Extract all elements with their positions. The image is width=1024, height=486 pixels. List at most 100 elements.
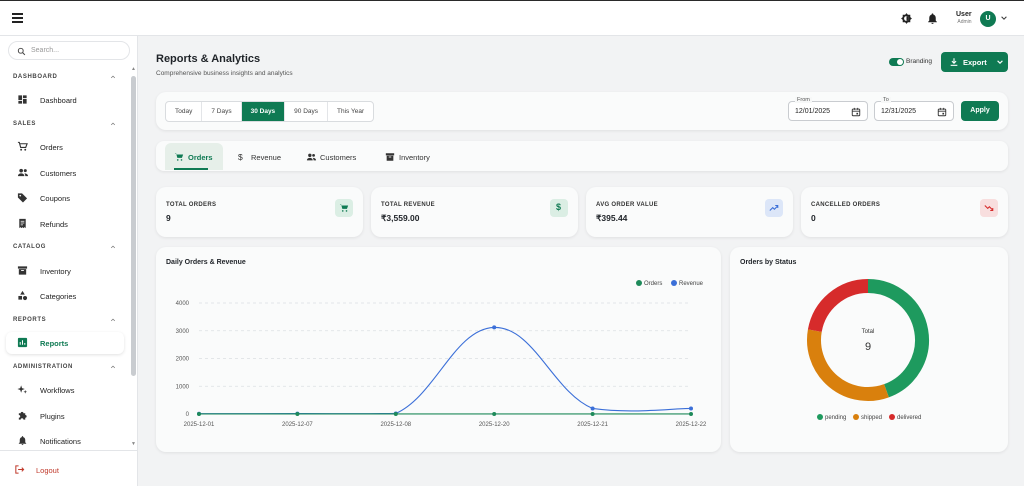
revenue-data-point <box>492 325 497 330</box>
sidebar-item-workflows[interactable]: Workflows <box>6 379 124 401</box>
donut-slice-pending <box>867 279 929 398</box>
section-administration: ADMINISTRATION <box>13 364 73 370</box>
chevron-up-icon[interactable] <box>110 364 116 370</box>
user-info[interactable]: User Admin <box>956 11 972 25</box>
dollar-icon: $ <box>238 152 243 162</box>
stat-card-avg-order-value: AVG ORDER VALUE ₹395.44 <box>586 187 793 237</box>
y-tick-label: 4000 <box>176 301 190 307</box>
to-label: To <box>881 97 891 103</box>
legend-label: Revenue <box>679 281 704 287</box>
calendar-icon[interactable] <box>937 107 947 117</box>
chevron-up-icon[interactable] <box>110 317 116 323</box>
tab-revenue[interactable]: $ Revenue <box>228 143 290 170</box>
chevron-down-icon <box>997 60 1003 64</box>
tab-label: Customers <box>320 153 357 162</box>
legend-marker-pending <box>817 414 823 420</box>
sidebar-item-label: Refunds <box>40 220 68 229</box>
logout-icon <box>15 465 25 474</box>
y-tick-label: 3000 <box>176 329 190 335</box>
stat-value: ₹3,559.00 <box>381 213 420 223</box>
sidebar-item-reports[interactable]: Reports <box>6 332 124 354</box>
notifications-bell-icon[interactable] <box>926 12 939 25</box>
inventory-box-icon <box>17 266 28 275</box>
sidebar-item-categories[interactable]: Categories <box>6 285 124 307</box>
line-chart: 4000 3000 2000 1000 0 2025-12-01 2025-12-07 202… <box>176 280 707 428</box>
y-tick-label: 0 <box>186 412 190 418</box>
sidebar-item-label: Orders <box>40 143 63 152</box>
y-tick-label: 2000 <box>176 357 190 363</box>
to-date-field[interactable]: To 12/31/2025 <box>874 97 954 121</box>
sidebar-item-refunds[interactable]: Refunds <box>6 213 124 235</box>
to-value: 12/31/2025 <box>881 108 917 115</box>
donut-center-label: Total <box>862 329 875 335</box>
range-this-year[interactable]: This Year <box>328 102 373 121</box>
y-tick-label: 1000 <box>176 384 190 390</box>
stat-title: TOTAL ORDERS <box>166 202 217 208</box>
revenue-data-point <box>689 406 693 411</box>
cart-icon <box>174 153 184 161</box>
scroll-down-arrow[interactable]: ▼ <box>131 441 136 447</box>
avatar[interactable]: U <box>980 11 996 27</box>
section-dashboard: DASHBOARD <box>13 74 58 80</box>
tab-orders[interactable]: Orders <box>165 143 223 170</box>
range-30-days[interactable]: 30 Days <box>241 102 286 121</box>
stat-icon-box: $ <box>550 199 568 217</box>
from-date-field[interactable]: From 12/01/2025 <box>788 97 868 121</box>
tab-customers[interactable]: Customers <box>297 143 371 170</box>
sidebar-item-orders[interactable]: Orders <box>6 136 124 158</box>
sidebar-item-coupons[interactable]: Coupons <box>6 187 124 209</box>
people-icon <box>306 153 317 161</box>
chevron-up-icon[interactable] <box>110 121 116 127</box>
orders-data-point <box>492 411 497 416</box>
sidebar-item-label: Plugins <box>40 412 65 421</box>
menu-icon[interactable] <box>12 13 23 24</box>
sidebar-item-label: Customers <box>40 169 77 178</box>
sidebar: Search... DASHBOARD Dashboard SALES Orde… <box>0 36 138 486</box>
page-subtitle: Comprehensive business insights and anal… <box>156 70 293 77</box>
calendar-icon[interactable] <box>851 107 861 117</box>
puzzle-icon <box>18 411 27 420</box>
sidebar-item-label: Categories <box>40 292 77 301</box>
date-range-group: Today 7 Days 30 Days 90 Days This Year <box>165 101 375 122</box>
sidebar-scrollbar[interactable] <box>131 76 136 376</box>
revenue-series-line <box>198 326 692 415</box>
stat-card-cancelled-orders: CANCELLED ORDERS 0 <box>801 187 1008 237</box>
branding-toggle[interactable] <box>889 58 904 66</box>
sidebar-item-customers[interactable]: Customers <box>6 162 124 184</box>
tab-inventory[interactable]: Inventory <box>376 143 446 170</box>
legend-label: pending <box>825 415 846 421</box>
sidebar-item-inventory[interactable]: Inventory <box>6 260 124 282</box>
legend-marker-delivered <box>889 414 895 420</box>
stat-icon-box <box>980 199 998 217</box>
x-tick-label: 2025-12-22 <box>676 422 707 428</box>
range-7-days[interactable]: 7 Days <box>202 102 242 121</box>
trending-down-icon <box>984 205 994 212</box>
chevron-down-icon[interactable] <box>1000 14 1008 22</box>
sidebar-item-notifications[interactable]: Notifications <box>6 430 124 452</box>
export-label: Export <box>963 58 987 67</box>
inventory-box-icon <box>385 153 395 161</box>
sidebar-item-dashboard[interactable]: Dashboard <box>6 89 124 111</box>
sidebar-item-label: Notifications <box>40 437 81 446</box>
theme-toggle-icon[interactable] <box>900 12 913 25</box>
tab-label: Orders <box>188 153 213 162</box>
range-today[interactable]: Today <box>166 102 203 121</box>
orders-data-point <box>590 411 595 416</box>
search-input[interactable]: Search... <box>8 41 130 60</box>
orders-by-status-card: Orders by Status Total 9 pending shipped del… <box>730 247 1008 452</box>
orders-data-point <box>393 411 398 416</box>
apply-button[interactable]: Apply <box>961 101 999 121</box>
legend-marker-revenue <box>671 280 677 286</box>
chevron-up-icon[interactable] <box>110 244 116 250</box>
chevron-up-icon[interactable] <box>110 74 116 80</box>
donut-slice-delivered <box>807 279 869 333</box>
page-title: Reports & Analytics <box>156 53 261 65</box>
sidebar-item-plugins[interactable]: Plugins <box>6 405 124 427</box>
export-button[interactable]: Export <box>941 52 1008 72</box>
scroll-up-arrow[interactable]: ▲ <box>131 66 136 72</box>
x-tick-label: 2025-12-21 <box>577 422 608 428</box>
range-90-days[interactable]: 90 Days <box>285 102 329 121</box>
receipt-icon <box>19 218 26 229</box>
dashboard-icon <box>18 95 27 104</box>
logout-button[interactable]: Logout <box>0 450 138 486</box>
